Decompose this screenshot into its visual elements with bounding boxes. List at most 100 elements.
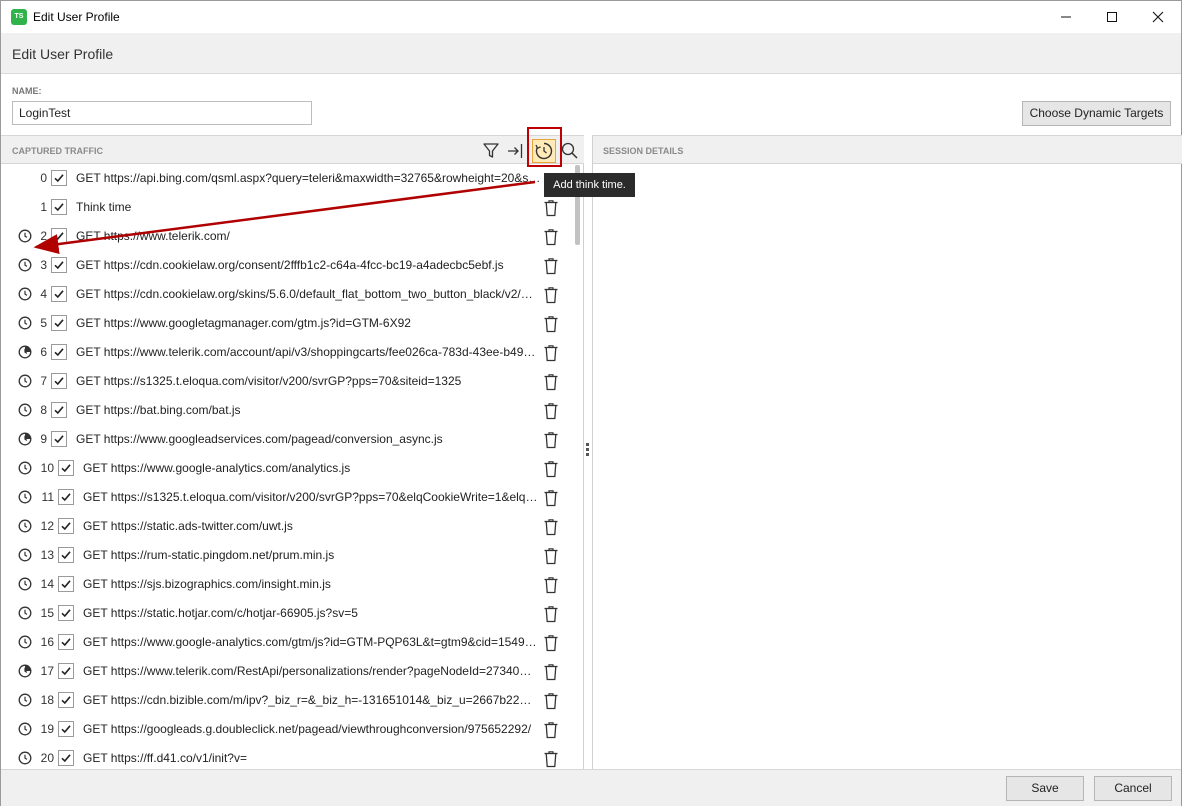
row-checkbox[interactable]	[51, 286, 67, 302]
trash-icon[interactable]	[543, 257, 559, 275]
row-checkbox[interactable]	[51, 199, 67, 215]
row-checkbox[interactable]	[58, 576, 74, 592]
clock-icon[interactable]	[18, 461, 32, 475]
close-button[interactable]	[1135, 1, 1181, 33]
clock-icon[interactable]	[18, 606, 32, 620]
row-checkbox[interactable]	[58, 663, 74, 679]
trash-icon[interactable]	[543, 431, 559, 449]
traffic-row[interactable]: 10 GET https://www.google-analytics.com/a…	[1, 454, 571, 483]
choose-dynamic-targets-button[interactable]: Choose Dynamic Targets	[1022, 101, 1171, 126]
trash-icon[interactable]	[543, 518, 559, 536]
traffic-row[interactable]: 2 GET https://www.telerik.com/	[1, 222, 571, 251]
title-bar: TS Edit User Profile	[1, 1, 1181, 33]
captured-traffic-title: CAPTURED TRAFFIC	[12, 146, 103, 156]
row-checkbox[interactable]	[51, 431, 67, 447]
clock-icon[interactable]	[18, 751, 32, 765]
trash-icon[interactable]	[543, 576, 559, 594]
row-checkbox[interactable]	[51, 170, 67, 186]
cancel-button[interactable]: Cancel	[1094, 776, 1172, 801]
row-checkbox[interactable]	[58, 489, 74, 505]
traffic-row[interactable]: 3 GET https://cdn.cookielaw.org/consent/2…	[1, 251, 571, 280]
name-input[interactable]: LoginTest	[12, 101, 312, 125]
traffic-row[interactable]: 18 GET https://cdn.bizible.com/m/ipv?_biz…	[1, 686, 571, 715]
row-request-text: GET https://www.telerik.com/RestApi/pers…	[83, 664, 538, 678]
clock-icon[interactable]	[18, 635, 32, 649]
trash-icon[interactable]	[543, 228, 559, 246]
traffic-row[interactable]: 16 GET https://www.google-analytics.com/g…	[1, 628, 571, 657]
trash-icon[interactable]	[543, 286, 559, 304]
trash-icon[interactable]	[543, 547, 559, 565]
row-checkbox[interactable]	[58, 518, 74, 534]
traffic-row[interactable]: 5 GET https://www.googletagmanager.com/gt…	[1, 309, 571, 338]
clock-icon[interactable]	[18, 577, 32, 591]
go-to-icon[interactable]	[506, 141, 526, 161]
traffic-row[interactable]: 6 GET https://www.telerik.com/account/api…	[1, 338, 571, 367]
trash-icon[interactable]	[543, 402, 559, 420]
row-request-text: GET https://www.telerik.com/	[76, 229, 230, 243]
row-request-text: GET https://bat.bing.com/bat.js	[76, 403, 241, 417]
edit-user-profile-window: TS Edit User Profile Edit User Profile N…	[0, 0, 1182, 806]
row-checkbox[interactable]	[51, 344, 67, 360]
trash-icon[interactable]	[543, 721, 559, 739]
row-index: 10	[40, 461, 54, 475]
trash-icon[interactable]	[543, 199, 559, 217]
row-checkbox[interactable]	[51, 402, 67, 418]
row-checkbox[interactable]	[51, 228, 67, 244]
trash-icon[interactable]	[543, 634, 559, 652]
traffic-row[interactable]: 9 GET https://www.googleadservices.com/pa…	[1, 425, 571, 454]
trash-icon[interactable]	[543, 750, 559, 768]
traffic-row[interactable]: 19 GET https://googleads.g.doubleclick.ne…	[1, 715, 571, 744]
traffic-row[interactable]: 1 Think time	[1, 193, 571, 222]
row-index: 4	[40, 287, 47, 301]
trash-icon[interactable]	[543, 344, 559, 362]
traffic-row[interactable]: 11 GET https://s1325.t.eloqua.com/visitor…	[1, 483, 571, 512]
row-index: 1	[40, 200, 47, 214]
search-icon[interactable]	[560, 141, 580, 161]
traffic-row[interactable]: 7 GET https://s1325.t.eloqua.com/visitor/…	[1, 367, 571, 396]
filter-icon[interactable]	[481, 141, 501, 161]
traffic-row[interactable]: 4 GET https://cdn.cookielaw.org/skins/5.6…	[1, 280, 571, 309]
row-checkbox[interactable]	[58, 605, 74, 621]
row-checkbox[interactable]	[58, 547, 74, 563]
row-checkbox[interactable]	[58, 750, 74, 766]
clock-icon[interactable]	[18, 519, 32, 533]
row-checkbox[interactable]	[51, 373, 67, 389]
traffic-row[interactable]: 17 GET https://www.telerik.com/RestApi/pe…	[1, 657, 571, 686]
minimize-button[interactable]	[1043, 1, 1089, 33]
clock-icon[interactable]	[18, 548, 32, 562]
row-checkbox[interactable]	[58, 721, 74, 737]
clock-icon[interactable]	[18, 722, 32, 736]
row-index: 17	[40, 664, 54, 678]
traffic-row[interactable]: 8 GET https://bat.bing.com/bat.js	[1, 396, 571, 425]
trash-icon[interactable]	[543, 460, 559, 478]
think-time-tooltip: Add think time.	[544, 173, 635, 197]
trash-icon[interactable]	[543, 315, 559, 333]
list-scrollbar[interactable]	[573, 165, 581, 770]
clock-icon[interactable]	[18, 490, 32, 504]
row-checkbox[interactable]	[51, 315, 67, 331]
maximize-button[interactable]	[1089, 1, 1135, 33]
traffic-row[interactable]: 0 GET https://api.bing.com/qsml.aspx?quer…	[1, 164, 571, 193]
captured-traffic-panel: CAPTURED TRAFFIC 0 GET https://api.bing.…	[1, 127, 584, 770]
trash-icon[interactable]	[543, 663, 559, 681]
trash-icon[interactable]	[543, 605, 559, 623]
traffic-row[interactable]: 13 GET https://rum-static.pingdom.net/pru…	[1, 541, 571, 570]
traffic-row[interactable]: 14 GET https://sjs.bizographics.com/insig…	[1, 570, 571, 599]
row-request-text: GET https://api.bing.com/qsml.aspx?query…	[76, 171, 541, 185]
clock-icon[interactable]	[18, 693, 32, 707]
app-icon: TS	[11, 9, 27, 25]
save-button[interactable]: Save	[1006, 776, 1084, 801]
think-time-set-icon[interactable]	[18, 664, 32, 678]
row-checkbox[interactable]	[58, 460, 74, 476]
trash-icon[interactable]	[543, 692, 559, 710]
row-checkbox[interactable]	[51, 257, 67, 273]
panel-splitter[interactable]	[585, 442, 591, 460]
traffic-row[interactable]: 15 GET https://static.hotjar.com/c/hotjar…	[1, 599, 571, 628]
row-checkbox[interactable]	[58, 634, 74, 650]
row-checkbox[interactable]	[58, 692, 74, 708]
trash-icon[interactable]	[543, 489, 559, 507]
trash-icon[interactable]	[543, 373, 559, 391]
traffic-row[interactable]: 20 GET https://ff.d41.co/v1/init?v=	[1, 744, 571, 769]
traffic-row[interactable]: 12 GET https://static.ads-twitter.com/uwt…	[1, 512, 571, 541]
row-index: 12	[40, 519, 54, 533]
